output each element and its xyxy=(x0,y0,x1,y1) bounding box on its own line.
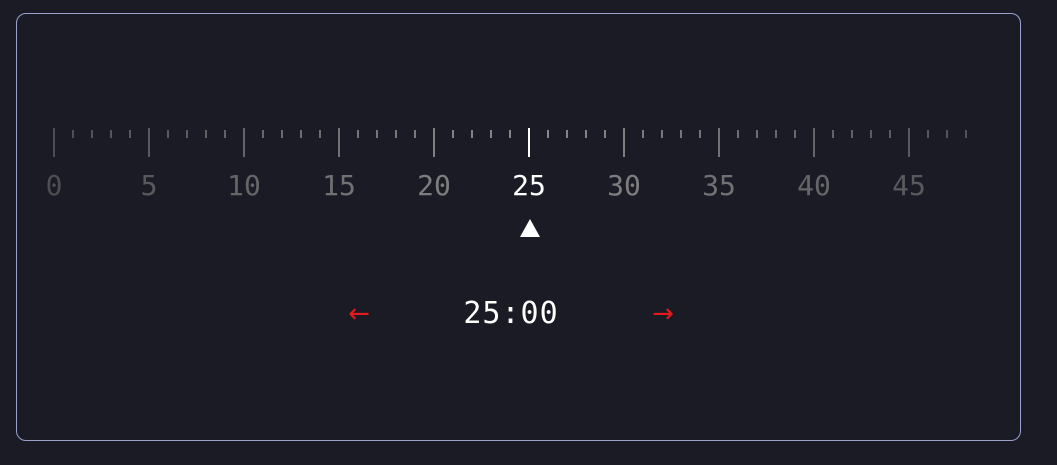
timer-panel xyxy=(16,13,1021,441)
increment-button[interactable]: → xyxy=(647,296,679,332)
time-display: 25:00 xyxy=(463,296,559,331)
decrement-button[interactable]: ← xyxy=(343,296,375,332)
selection-pointer-icon xyxy=(520,219,540,237)
